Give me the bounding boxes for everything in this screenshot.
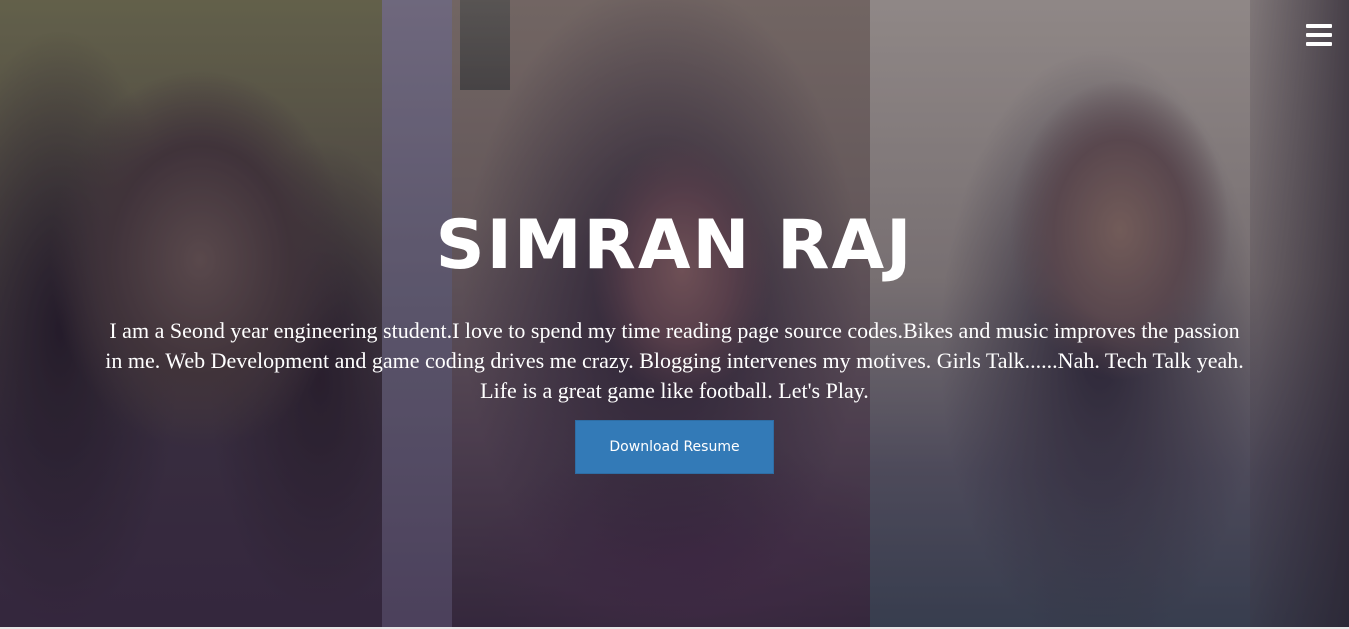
download-resume-button[interactable]: Download Resume (575, 420, 774, 474)
page-title: SIMRAN RAJ (435, 206, 914, 285)
hero-section: SIMRAN RAJ I am a Seond year engineering… (0, 0, 1349, 627)
menu-bar-bottom (1306, 42, 1332, 46)
menu-bar-top (1306, 24, 1332, 28)
hamburger-menu-icon[interactable] (1304, 22, 1334, 48)
menu-bar-middle (1306, 33, 1332, 37)
bio-text: I am a Seond year engineering student.I … (105, 318, 1244, 403)
hero-overlay (0, 0, 1349, 627)
